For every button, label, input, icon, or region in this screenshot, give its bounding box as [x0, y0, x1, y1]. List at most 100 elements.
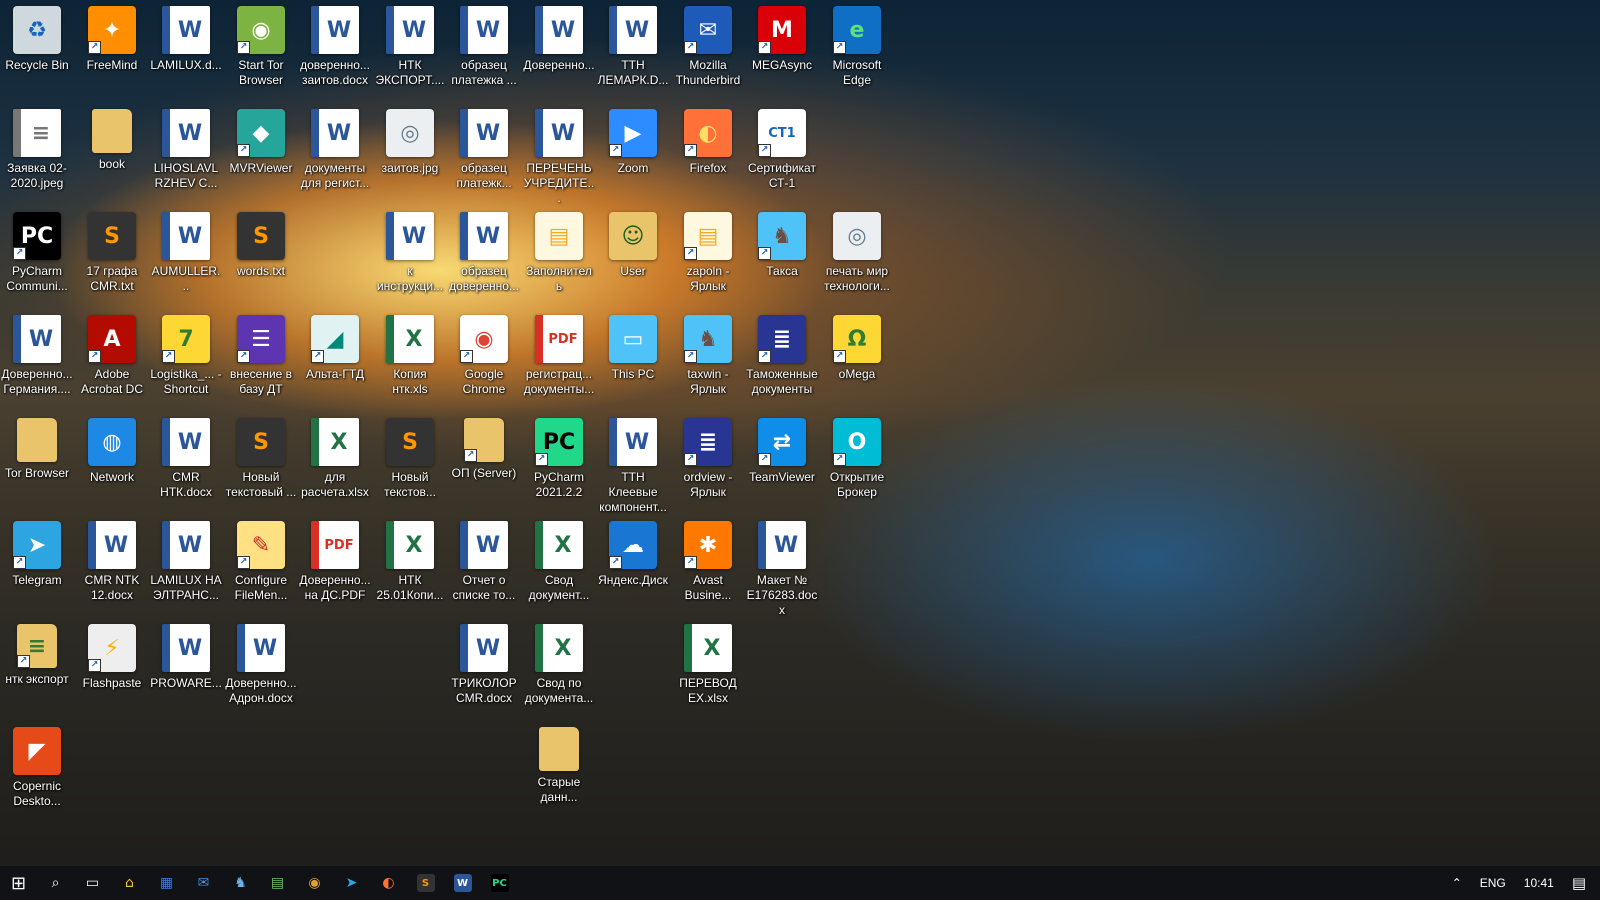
- desktop-icon-cmr-ntk-12[interactable]: W CMR NTK 12.docx: [75, 515, 149, 603]
- desktop-icon-flashpaste[interactable]: ⚡ ↗ Flashpaste: [75, 618, 149, 691]
- taskbar-telegram-button[interactable]: ➤: [333, 866, 370, 900]
- desktop-icon-adobe-acrobat[interactable]: A ↗ Adobe Acrobat DC: [75, 309, 149, 397]
- taskbar-start-button[interactable]: ⊞: [0, 866, 37, 900]
- desktop-icon-zapoln-yarlyk[interactable]: ▤ ↗ zapoln - Ярлык: [671, 206, 745, 294]
- desktop-icon-book[interactable]: book: [75, 103, 149, 172]
- desktop-icon-lamilux-d[interactable]: W LAMILUX.d...: [149, 0, 223, 73]
- desktop-icon-17-grafa[interactable]: S 17 графа CMR.txt: [75, 206, 149, 294]
- desktop-icon-cmr-ntk[interactable]: W CMR НТК.docx: [149, 412, 223, 500]
- icon-glyph: X: [554, 532, 572, 558]
- desktop-icon-obrazets-platezhka[interactable]: Wобразец платежка ...: [447, 0, 521, 88]
- desktop-icon-k-instruktsii[interactable]: Wк инструкци...: [373, 206, 447, 294]
- desktop-icon-microsoft-edge[interactable]: e ↗ Microsoft Edge: [820, 0, 894, 88]
- word-icon: W: [386, 6, 434, 54]
- clock[interactable]: 10:41: [1515, 876, 1563, 890]
- desktop-icon-configure-filemen[interactable]: ✎ ↗ Configure FileMen...: [224, 515, 298, 603]
- desktop-icon-pycharm-community[interactable]: PC ↗ PyCharm Communi...: [0, 206, 74, 294]
- icon-glyph: ☰: [251, 326, 271, 352]
- desktop-icon-zaitov-jpg[interactable]: ◎ заитов.jpg: [373, 103, 447, 176]
- taskbar-search-button[interactable]: ⌕: [37, 866, 74, 900]
- desktop-icon-novyi-tekstov-2[interactable]: S Новый текстов...: [373, 412, 447, 500]
- desktop-icon-ntk-eksport[interactable]: W НТК ЭКСПОРТ....: [373, 0, 447, 88]
- taskbar-task-view-button[interactable]: ▭: [74, 866, 111, 900]
- desktop-icon-mvrviewer[interactable]: ◆ ↗ MVRViewer: [224, 103, 298, 176]
- desktop-icon-doverennosti-zaitov[interactable]: Wдоверенно... заитов.docx: [298, 0, 372, 88]
- desktop-icon-omega[interactable]: Ω ↗ oMega: [820, 309, 894, 382]
- desktop-icon-starye-dann[interactable]: Старые данн...: [522, 721, 596, 805]
- desktop-icon-logistika[interactable]: 7 ↗ Logistika_... - Shortcut: [149, 309, 223, 397]
- desktop-icon-pechat-mir[interactable]: ◎ печать мир технологи...: [820, 206, 894, 294]
- desktop-icon-this-pc[interactable]: ▭ This PC: [596, 309, 670, 382]
- desktop-icon-otkrytie-broker[interactable]: O ↗ Открытие Брокер: [820, 412, 894, 500]
- desktop-icon-maket[interactable]: W Макет № E176283.docx: [745, 515, 819, 618]
- desktop-icon-ntk-eksport-2[interactable]: ≡ ↗ нтк экспорт: [0, 618, 74, 687]
- desktop-icon-kopiya-ntk[interactable]: X Копия нтк.xls: [373, 309, 447, 397]
- desktop-icon-doverenno-ds-pdf[interactable]: PDF Доверенно... на ДС.PDF: [298, 515, 372, 603]
- desktop-icon-ttn-kleevye[interactable]: W ТТН Клеевые компонент...: [596, 412, 670, 515]
- desktop-icon-otchet-o-spiske[interactable]: W Отчет о списке то...: [447, 515, 521, 603]
- desktop-icon-tor-browser[interactable]: Tor Browser: [0, 412, 74, 481]
- desktop-icon-trikolor[interactable]: W ТРИКОЛОР CMR.docx: [447, 618, 521, 706]
- desktop-icon-tamozhennye[interactable]: ≣ ↗ Таможенные документы: [745, 309, 819, 397]
- desktop-icon-taxwin[interactable]: ♞ ↗ taxwin - Ярлык: [671, 309, 745, 397]
- notification-center-icon[interactable]: ▤: [1563, 874, 1600, 892]
- desktop-icon-lamilux-na[interactable]: W LAMILUX НА ЭЛТРАНС...: [149, 515, 223, 603]
- desktop-icon-firefox[interactable]: ◐ ↗ Firefox: [671, 103, 745, 176]
- taskbar-word-button[interactable]: W: [444, 866, 481, 900]
- desktop-icon-teamviewer[interactable]: ⇄ ↗ TeamViewer: [745, 412, 819, 485]
- taskbar-sublime-button[interactable]: S: [407, 866, 444, 900]
- desktop-icon-pycharm-2021[interactable]: PC ↗ PyCharm 2021.2.2: [522, 412, 596, 500]
- desktop-icon-perevod-ex[interactable]: X ПЕРЕВОД EX.xlsx: [671, 618, 745, 706]
- desktop-icon-words-txt[interactable]: Swords.txt: [224, 206, 298, 279]
- desktop-icon-ordview[interactable]: ≣ ↗ ordview - Ярлык: [671, 412, 745, 500]
- taskbar-chrome-button[interactable]: ◉: [296, 866, 333, 900]
- language-indicator[interactable]: ENG: [1471, 876, 1515, 890]
- desktop-icon-zapolnitel[interactable]: ▤ Заполнитель: [522, 206, 596, 294]
- desktop-icon-megasync[interactable]: M ↗ MEGAsync: [745, 0, 819, 73]
- taskbar-home-button[interactable]: ⌂: [111, 866, 148, 900]
- taskbar-thunderbird-button[interactable]: ✉: [185, 866, 222, 900]
- desktop-icon-dlya-rascheta[interactable]: Xдля расчета.xlsx: [298, 412, 372, 500]
- desktop-icon-freemind[interactable]: ✦ ↗ FreeMind: [75, 0, 149, 73]
- desktop-icon-zoom[interactable]: ▶ ↗ Zoom: [596, 103, 670, 176]
- taskbar-app-dog-button[interactable]: ♞: [222, 866, 259, 900]
- desktop-icon-registratsiya-dokumenty[interactable]: PDF регистрац... документы...: [522, 309, 596, 397]
- desktop-icon-aumuller[interactable]: W AUMULLER...: [149, 206, 223, 294]
- desktop-icon-svod-dokument[interactable]: X Свод документ...: [522, 515, 596, 603]
- desktop-icon-dokumenty-registr[interactable]: Wдокументы для регист...: [298, 103, 372, 191]
- desktop-icon-network[interactable]: ◍ Network: [75, 412, 149, 485]
- desktop-icon-telegram[interactable]: ➤ ↗ Telegram: [0, 515, 74, 588]
- desktop-icon-lihoslavl[interactable]: W LIHOSLAVL RZHEV C...: [149, 103, 223, 191]
- desktop-icon-start-tor-browser[interactable]: ◉ ↗ Start Tor Browser: [224, 0, 298, 88]
- taskbar-app-screen-button[interactable]: ▤: [259, 866, 296, 900]
- desktop-icon-novyi-tekstovyi-1[interactable]: S Новый текстовый ...: [224, 412, 298, 500]
- taskbar-firefox-button[interactable]: ◐: [370, 866, 407, 900]
- desktop-icon-doverenno-adron[interactable]: W Доверенно... Адрон.docx: [224, 618, 298, 706]
- desktop-icon-ntk-25-01[interactable]: X НТК 25.01Копи...: [373, 515, 447, 603]
- desktop-icon-recycle-bin[interactable]: ♻ Recycle Bin: [0, 0, 74, 73]
- taskbar-app-blue-button[interactable]: ▦: [148, 866, 185, 900]
- desktop-icon-svod-po-dokumenta[interactable]: X Свод по документа...: [522, 618, 596, 706]
- desktop-icon-zayavka[interactable]: ≡ Заявка 02-2020.jpeg: [0, 103, 74, 191]
- desktop-icon-user[interactable]: ☺ User: [596, 206, 670, 279]
- tray-chevron-icon[interactable]: ⌃: [1443, 876, 1471, 890]
- desktop-icon-google-chrome[interactable]: ◉ ↗ Google Chrome: [447, 309, 521, 397]
- taskbar-pycharm-button[interactable]: PC: [481, 866, 518, 900]
- icon-glyph: W: [252, 635, 278, 661]
- desktop-icon-doverenno-germaniya[interactable]: W Доверенно... Германия....: [0, 309, 74, 397]
- desktop-icon-alta-gtd[interactable]: ◢ ↗ Альта-ГТД: [298, 309, 372, 382]
- desktop-icon-op-server[interactable]: ↗ ОП (Server): [447, 412, 521, 481]
- desktop-icon-avast[interactable]: ✱ ↗ Avast Busine...: [671, 515, 745, 603]
- desktop-icon-doverenno-1[interactable]: W Доверенно...: [522, 0, 596, 73]
- desktop-icon-copernic[interactable]: ◤ Copernic Deskto...: [0, 721, 74, 809]
- desktop-icon-mozilla-thunderbird[interactable]: ✉ ↗ Mozilla Thunderbird: [671, 0, 745, 88]
- desktop-icon-yandex-disk[interactable]: ☁ ↗ Яндекс.Диск: [596, 515, 670, 588]
- desktop-icon-taksa[interactable]: ♞ ↗ Такса: [745, 206, 819, 279]
- desktop-icon-sertifikat[interactable]: CT1 ↗ Сертификат СТ-1: [745, 103, 819, 191]
- desktop-icon-proware[interactable]: W PROWARE...: [149, 618, 223, 691]
- desktop-icon-obrazets-platezh[interactable]: Wобразец платежк...: [447, 103, 521, 191]
- desktop-icon-perechen[interactable]: W ПЕРЕЧЕНЬ УЧРЕДИТЕ...: [522, 103, 596, 206]
- desktop-icon-vnesenie-v-bazu[interactable]: ☰ ↗ внесение в базу ДТ: [224, 309, 298, 397]
- desktop-icon-obrazets-doverennost[interactable]: Wобразец доверенно...: [447, 206, 521, 294]
- desktop-icon-ttn-lemark[interactable]: W ТТН ЛЕМАРК.D...: [596, 0, 670, 88]
